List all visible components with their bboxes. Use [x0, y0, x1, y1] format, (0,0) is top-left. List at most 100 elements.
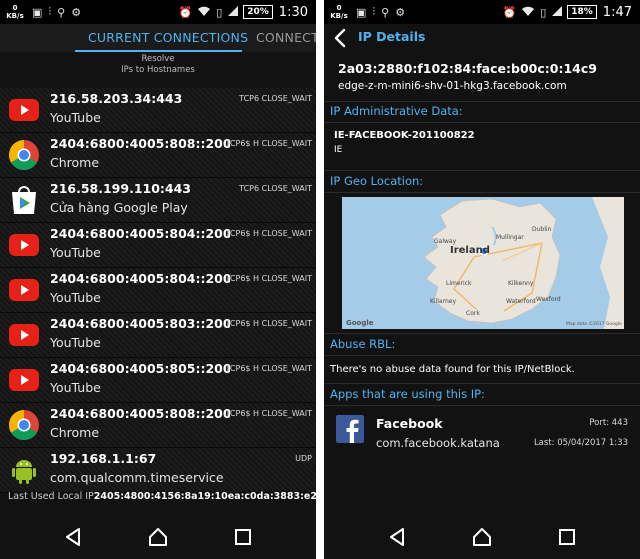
battery-indicator: 20% — [243, 5, 273, 19]
map-city-label: Wexford — [536, 296, 561, 303]
home-icon — [148, 528, 167, 546]
chrome-icon — [8, 140, 39, 171]
divider — [324, 355, 640, 356]
recents-nav-button[interactable] — [232, 526, 254, 548]
connection-app: YouTube — [50, 290, 101, 305]
app-name: Facebook — [376, 416, 443, 431]
connection-row[interactable]: 192.168.1.1:67 com.qualcomm.timeservice … — [0, 448, 316, 493]
clock: 1:47 — [602, 4, 632, 20]
network-speed: 0 KB/s — [328, 4, 350, 20]
last-used-local-ip: Last Used Local IP2405:4800:4156:8a19:10… — [8, 491, 316, 502]
wifi-icon — [198, 6, 211, 19]
connection-ip: 2404:6800:4005:804::200e:... — [50, 271, 230, 286]
clock: 1:30 — [278, 4, 308, 20]
status-bar: 0 KB/s ▣ ⫶ ⚲ ⚙ ⏰ ▯ 18% 1:47 — [324, 0, 640, 24]
resolve-hostnames-toggle[interactable]: Resolve IPs to Hostnames — [0, 54, 316, 76]
speed-unit: KB/s — [330, 12, 348, 20]
connection-row[interactable]: 2404:6800:4005:808::200c:... Chrome TCP6… — [0, 133, 316, 178]
settings-notification-icon: ⚙ — [71, 5, 82, 19]
last-used-label: Last Used Local IP — [8, 491, 94, 502]
youtube-icon — [9, 279, 39, 301]
connection-list: 216.58.203.34:443 YouTube TCP6 CLOSE_WAI… — [0, 88, 316, 493]
speed-unit: KB/s — [6, 12, 24, 20]
sim-icon: ▯ — [216, 5, 223, 19]
map-country-label: Ireland — [450, 245, 490, 256]
connection-row[interactable]: 2404:6800:4005:804::200e:... YouTube TCP… — [0, 268, 316, 313]
status-bar: 0 KB/s ▣ ⫶ ⚲ ⚙ ⏰ ▯ 20% 1:30 — [0, 0, 316, 24]
ireland-map: Ireland Dublin Galway Limerick Cork Kill… — [342, 197, 624, 329]
connection-protocol: UDP — [295, 454, 312, 463]
map-city-label: Killarney — [430, 298, 456, 305]
alarm-icon: ⏰ — [502, 5, 517, 19]
map-city-label: Cork — [466, 310, 480, 317]
back-arrow-icon[interactable] — [332, 28, 348, 48]
connection-app: Chrome — [50, 425, 100, 440]
admin-country: IE — [334, 145, 343, 155]
speed-value: 0 — [336, 4, 342, 12]
connection-app: YouTube — [50, 335, 101, 350]
connection-protocol: TCP6$ H CLOSE_WAIT — [225, 364, 313, 373]
map-city-label: Waterford — [506, 298, 536, 305]
youtube-icon — [9, 369, 39, 391]
connection-ip: 192.168.1.1:67 — [50, 451, 157, 466]
usb-icon: ⚲ — [57, 5, 66, 19]
sliders-icon: ⫶ — [372, 5, 376, 18]
network-speed: 0 KB/s — [4, 4, 26, 20]
current-connections-screen: 0 KB/s ▣ ⫶ ⚲ ⚙ ⏰ ▯ 20% 1:30 CURRENT CONN… — [0, 0, 316, 559]
usb-icon: ⚲ — [381, 5, 390, 19]
connection-app: YouTube — [50, 245, 101, 260]
back-nav-button[interactable] — [62, 526, 84, 548]
play-store-icon — [12, 186, 36, 214]
sliders-icon: ⫶ — [48, 5, 52, 18]
apps-using-ip-label: Apps that are using this IP: — [330, 387, 485, 401]
divider — [324, 101, 640, 102]
tab-current-connections[interactable]: CURRENT CONNECTIONS — [88, 30, 248, 45]
divider — [324, 405, 640, 406]
divider — [324, 383, 640, 384]
tab-connections-log[interactable]: CONNECTI — [256, 30, 316, 45]
divider — [324, 170, 640, 171]
image-icon: ▣ — [356, 5, 367, 19]
connection-app: Cửa hàng Google Play — [50, 200, 188, 215]
connection-app: Chrome — [50, 155, 100, 170]
resolve-label: Resolve — [141, 54, 175, 64]
signal-icon — [552, 5, 563, 19]
connection-row[interactable]: 216.58.199.110:443 Cửa hàng Google Play … — [0, 178, 316, 223]
navigation-bar — [324, 515, 640, 559]
recents-icon — [559, 529, 576, 545]
connection-protocol: TCP6$ H CLOSE_WAIT — [225, 409, 313, 418]
connection-ip: 2404:6800:4005:808::200c:... — [50, 136, 230, 151]
map-credit-label: Map data ©2017 Google — [566, 320, 622, 327]
connection-row[interactable]: 2404:6800:4005:808::200c:... Chrome TCP6… — [0, 403, 316, 448]
geo-location-label: IP Geo Location: — [330, 174, 424, 188]
connection-app: com.qualcomm.timeservice — [50, 470, 224, 485]
connection-protocol: TCP6$ H CLOSE_WAIT — [225, 139, 313, 148]
recents-nav-button[interactable] — [556, 526, 578, 548]
resolve-sublabel: IPs to Hostnames — [121, 65, 195, 75]
facebook-icon — [336, 415, 364, 443]
connection-ip: 216.58.199.110:443 — [50, 181, 192, 196]
home-icon — [472, 528, 491, 546]
alarm-icon: ⏰ — [178, 5, 193, 19]
abuse-rbl-label: Abuse RBL: — [330, 337, 396, 351]
connection-row[interactable]: 2404:6800:4005:805::2002:... YouTube TCP… — [0, 358, 316, 403]
back-nav-button[interactable] — [386, 526, 408, 548]
connection-row[interactable]: 216.58.203.34:443 YouTube TCP6 CLOSE_WAI… — [0, 88, 316, 133]
geo-map[interactable]: Ireland Dublin Galway Limerick Cork Kill… — [342, 197, 624, 329]
connection-app: YouTube — [50, 380, 101, 395]
home-nav-button[interactable] — [147, 526, 169, 548]
connection-ip: 216.58.203.34:443 — [50, 91, 183, 106]
home-nav-button[interactable] — [471, 526, 493, 548]
divider — [324, 192, 640, 193]
app-header: IP Details — [324, 24, 640, 52]
divider — [324, 122, 640, 123]
battery-indicator: 18% — [567, 5, 597, 19]
connection-ip: 2404:6800:4005:805::2002:... — [50, 361, 230, 376]
connection-protocol: TCP6 CLOSE_WAIT — [239, 184, 312, 193]
chrome-icon — [8, 410, 39, 441]
connection-row[interactable]: 2404:6800:4005:804::200e:... YouTube TCP… — [0, 223, 316, 268]
ip-address: 2a03:2880:f102:84:face:b00c:0:14c9 — [338, 61, 597, 76]
connection-protocol: TCP6$ H CLOSE_WAIT — [225, 229, 313, 238]
image-icon: ▣ — [32, 5, 43, 19]
connection-row[interactable]: 2404:6800:4005:803::200e:... YouTube TCP… — [0, 313, 316, 358]
